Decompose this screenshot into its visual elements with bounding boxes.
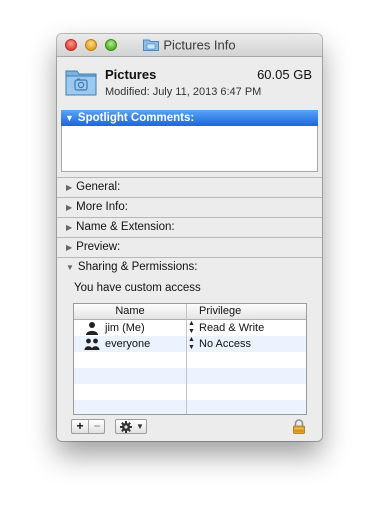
item-size: 60.05 GB [257,67,312,82]
section-more-info[interactable]: ▶ More Info: [57,197,322,216]
privilege-stepper-icon[interactable]: ▲ ▼ [188,336,195,352]
pictures-folder-icon [65,70,97,96]
column-header-privilege[interactable]: Privilege [187,304,306,319]
title-bar[interactable]: Pictures Info [57,34,322,57]
spotlight-comments-header[interactable]: ▼ Spotlight Comments: [61,110,318,126]
section-general-label: General: [76,181,121,193]
window-title: Pictures Info [163,37,236,53]
item-name: Pictures [105,67,157,82]
privilege-stepper-icon[interactable]: ▲ ▼ [188,320,195,336]
permissions-table[interactable]: Name Privilege jim (Me) ▲ ▼ Read & Write … [73,303,307,415]
row-privilege[interactable]: No Access [199,336,251,352]
add-user-button[interactable]: + [72,420,89,433]
user-icon [86,322,98,335]
row-user-name: jim (Me) [105,322,145,334]
disclosure-open-icon: ▼ [66,263,74,272]
column-divider [186,304,187,414]
folder-icon [143,39,160,52]
disclosure-closed-icon: ▶ [66,183,73,192]
disclosure-closed-icon: ▶ [66,223,73,232]
gear-icon [120,421,132,433]
section-preview[interactable]: ▶ Preview: [57,237,322,256]
section-sharing-label: Sharing & Permissions: [77,261,198,273]
table-header: Name Privilege [74,304,306,320]
section-general[interactable]: ▶ General: [57,177,322,196]
section-name-extension-label: Name & Extension: [76,221,175,233]
disclosure-open-icon: ▼ [65,113,74,123]
empty-row [74,384,306,400]
add-remove-buttons: + − [71,419,105,434]
group-icon [84,338,100,350]
empty-row [74,352,306,368]
empty-row [74,368,306,384]
action-menu-button[interactable]: ▼ [115,419,147,434]
section-sharing-permissions[interactable]: ▼ Sharing & Permissions: [57,257,322,276]
window-title-group: Pictures Info [57,37,322,52]
disclosure-closed-icon: ▶ [66,203,73,212]
section-preview-label: Preview: [76,241,121,253]
access-note: You have custom access [74,282,201,294]
section-more-info-label: More Info: [76,201,128,213]
remove-user-button[interactable]: − [89,420,105,433]
row-privilege[interactable]: Read & Write [199,320,264,336]
info-header: Pictures 60.05 GB Modified: July 11, 201… [57,57,322,109]
disclosure-closed-icon: ▶ [66,243,73,252]
lock-icon[interactable] [292,419,306,434]
table-row[interactable]: everyone ▲ ▼ No Access [74,336,306,352]
column-header-name[interactable]: Name [74,304,186,319]
chevron-down-icon: ▼ [136,422,144,431]
section-name-extension[interactable]: ▶ Name & Extension: [57,217,322,236]
spotlight-comments-label: Spotlight Comments: [77,112,195,124]
table-row[interactable]: jim (Me) ▲ ▼ Read & Write [74,320,306,336]
info-window: Pictures Info Pictures 60.05 GB Modified… [57,34,322,441]
spotlight-comments-field[interactable] [61,126,318,172]
modified-date: Modified: July 11, 2013 6:47 PM [105,86,262,98]
row-user-name: everyone [105,338,151,350]
empty-row [74,400,306,414]
